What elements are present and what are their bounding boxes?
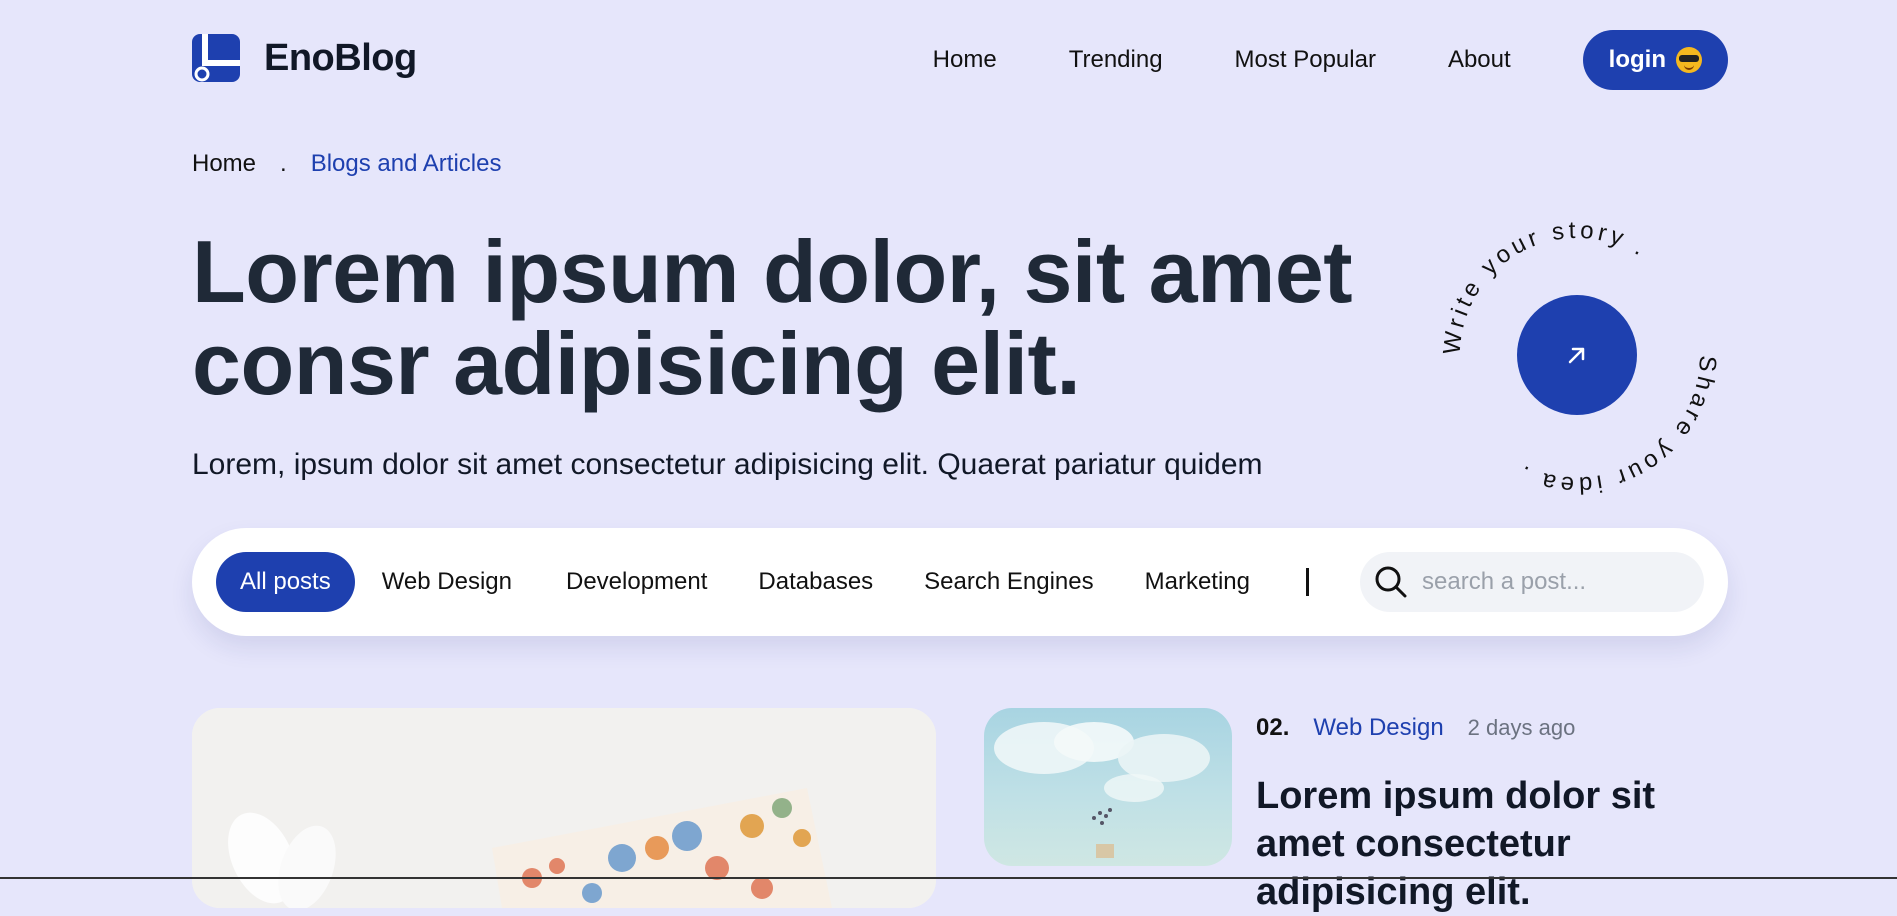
post-number: 02. <box>1256 714 1290 741</box>
search-icon[interactable] <box>1374 565 1408 599</box>
search-box <box>1360 552 1704 612</box>
filter-bar: All posts Web Design Development Databas… <box>192 528 1728 636</box>
main-nav: Home Trending Most Popular About login <box>933 30 1728 90</box>
post-02-title[interactable]: Lorem ipsum dolor sit amet consectetur a… <box>1256 772 1726 916</box>
tab-development[interactable]: Development <box>542 552 731 612</box>
filter-divider <box>1306 568 1309 596</box>
hero-subtitle: Lorem, ipsum dolor sit amet consectetur … <box>192 448 1263 481</box>
post-category[interactable]: Web Design <box>1313 714 1443 742</box>
nav-about[interactable]: About <box>1448 46 1511 74</box>
login-button[interactable]: login <box>1582 30 1728 90</box>
write-story-badge: Write your story . Share your idea . <box>1432 210 1722 500</box>
hero-title: Lorem ipsum dolor, sit amet consr adipis… <box>192 222 1353 413</box>
breadcrumb: Home . Blogs and Articles <box>192 150 501 178</box>
post-image-art <box>994 722 1210 858</box>
post-02-meta: 02. Web Design 2 days ago <box>1256 714 1575 742</box>
breadcrumb-current[interactable]: Blogs and Articles <box>311 150 502 178</box>
breadcrumb-separator: . <box>280 150 287 177</box>
sunglasses-emoji-icon <box>1676 47 1702 73</box>
post-02-image[interactable] <box>984 708 1232 866</box>
tab-marketing[interactable]: Marketing <box>1121 552 1274 612</box>
breadcrumb-home[interactable]: Home <box>192 150 256 178</box>
category-tabs: All posts Web Design Development Databas… <box>216 552 1277 612</box>
nav-trending[interactable]: Trending <box>1069 46 1163 74</box>
search-input[interactable] <box>1420 567 1684 597</box>
tab-search-engines[interactable]: Search Engines <box>900 552 1117 612</box>
tab-all-posts[interactable]: All posts <box>216 552 355 612</box>
login-label: login <box>1608 46 1666 73</box>
tab-databases[interactable]: Databases <box>734 552 897 612</box>
nav-most-popular[interactable]: Most Popular <box>1235 46 1376 74</box>
header: EnoBlog Home Trending Most Popular About… <box>192 28 1728 94</box>
post-time: 2 days ago <box>1467 715 1576 740</box>
write-story-button[interactable] <box>1517 295 1637 415</box>
logo[interactable]: EnoBlog <box>192 34 417 82</box>
brand-name: EnoBlog <box>264 36 417 79</box>
arrow-up-right-icon <box>1568 347 1585 364</box>
logo-icon <box>192 34 240 82</box>
tab-web-design[interactable]: Web Design <box>358 552 536 612</box>
nav-home[interactable]: Home <box>933 46 997 74</box>
